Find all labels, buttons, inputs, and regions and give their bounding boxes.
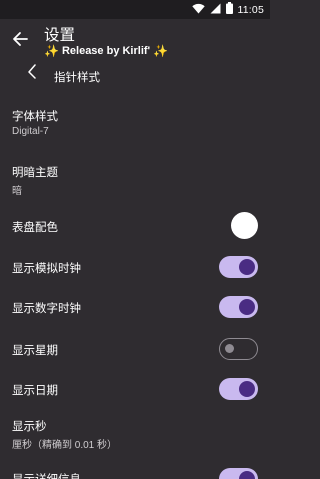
- toggle-switch[interactable]: [219, 378, 258, 400]
- setting-show-detail[interactable]: 显示详细信息: [0, 464, 270, 479]
- setting-label: 显示星期: [12, 343, 58, 357]
- setting-value: 厘秒（精确到 0.01 秒）: [12, 440, 118, 451]
- setting-label: 显示秒: [12, 419, 47, 433]
- setting-label: 指针样式: [54, 70, 100, 84]
- setting-label: 表盘配色: [12, 220, 58, 234]
- setting-label: 显示数字时钟: [12, 301, 81, 315]
- toggle-knob: [239, 381, 255, 397]
- setting-value: Digital-7: [12, 126, 49, 137]
- color-swatch[interactable]: [231, 212, 258, 239]
- status-bar: 11:05: [0, 0, 270, 19]
- setting-show-analog[interactable]: 显示模拟时钟: [0, 252, 270, 284]
- setting-value: 暗: [12, 186, 22, 197]
- signal-icon: [210, 3, 221, 17]
- toggle-knob: [239, 259, 255, 275]
- setting-label: 明暗主题: [12, 165, 58, 179]
- toggle-knob: [225, 344, 234, 353]
- setting-pointer-style[interactable]: 指针样式: [0, 62, 270, 88]
- arrow-left-icon: [12, 31, 28, 51]
- status-time: 11:05: [237, 3, 264, 16]
- setting-label: 显示详细信息: [12, 472, 81, 479]
- app-bar: 设置 ✨ Release by Kirlif' ✨: [0, 19, 270, 62]
- battery-icon: [225, 2, 233, 17]
- toggle-switch[interactable]: [219, 468, 258, 479]
- toggle-switch[interactable]: [219, 296, 258, 318]
- clock-hand-icon: [26, 63, 42, 83]
- toggle-switch[interactable]: [219, 338, 258, 360]
- sparkle-icon: ✨: [44, 44, 59, 58]
- sparkle-icon: ✨: [153, 44, 169, 58]
- wifi-icon: [191, 3, 205, 17]
- setting-label: 字体样式: [12, 109, 58, 123]
- settings-list: 指针样式 字体样式 Digital-7 明暗主题 暗 表盘配色 显示模拟时钟 显…: [0, 62, 270, 479]
- toggle-switch[interactable]: [219, 256, 258, 278]
- setting-show-digital[interactable]: 显示数字时钟: [0, 292, 270, 324]
- setting-show-weekday[interactable]: 显示星期: [0, 334, 270, 366]
- setting-theme[interactable]: 明暗主题 暗: [0, 160, 270, 200]
- setting-label: 显示日期: [12, 383, 58, 397]
- toggle-knob: [239, 299, 255, 315]
- setting-dial-color[interactable]: 表盘配色: [0, 209, 270, 241]
- subtitle-text: Release by Kirlif': [61, 45, 151, 57]
- setting-show-seconds[interactable]: 显示秒 厘秒（精确到 0.01 秒）: [0, 412, 270, 452]
- page-subtitle: ✨ Release by Kirlif' ✨: [44, 44, 168, 58]
- setting-font-style[interactable]: 字体样式 Digital-7: [0, 104, 270, 144]
- setting-show-date[interactable]: 显示日期: [0, 374, 270, 406]
- setting-label: 显示模拟时钟: [12, 261, 81, 275]
- toggle-knob: [239, 471, 255, 479]
- back-button[interactable]: [8, 29, 32, 53]
- page-title: 设置: [44, 26, 76, 44]
